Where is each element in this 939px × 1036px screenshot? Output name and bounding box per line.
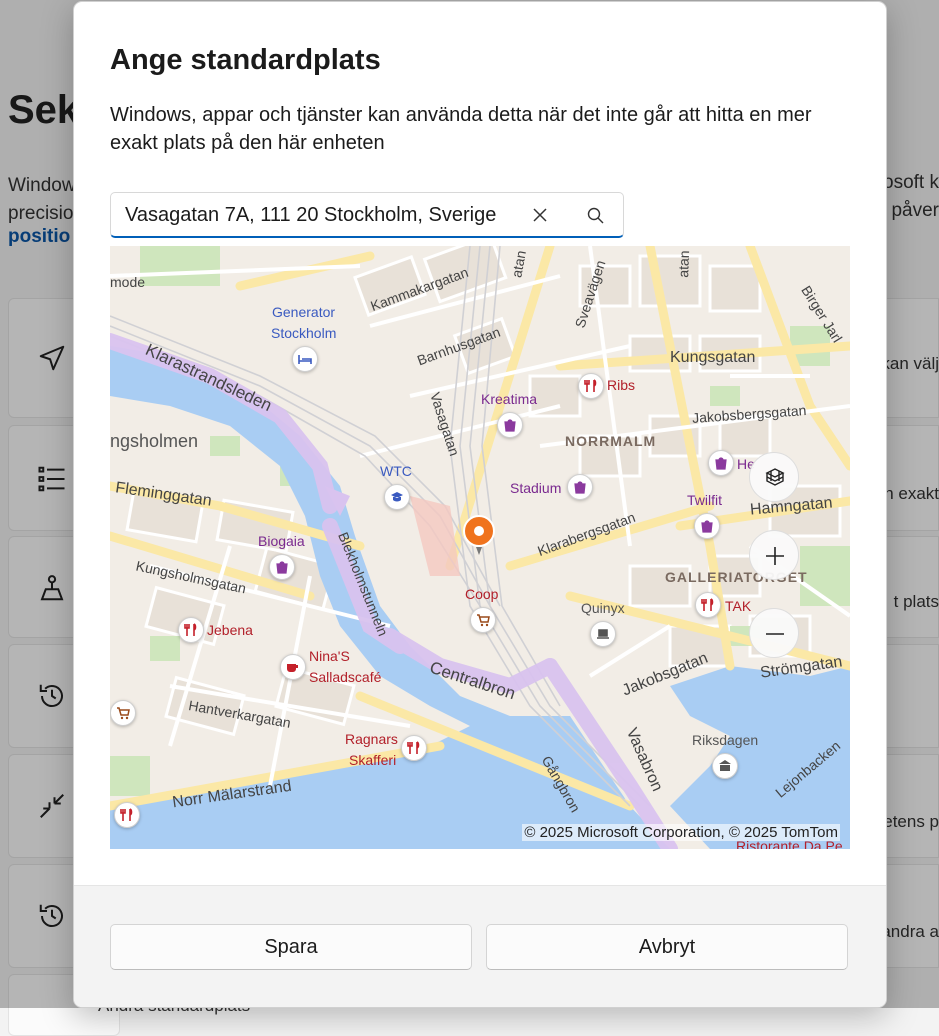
save-button[interactable]: Spara bbox=[110, 924, 472, 970]
district-label: NORRMALM bbox=[565, 433, 657, 449]
street-label: Kungsgatan bbox=[670, 349, 756, 366]
office-pin[interactable] bbox=[590, 621, 616, 647]
selected-location-pin-icon[interactable] bbox=[462, 514, 496, 556]
default-location-dialog: Ange standardplats Windows, appar och tj… bbox=[73, 1, 887, 1008]
minus-icon bbox=[766, 633, 784, 635]
shopping-bag-icon bbox=[701, 520, 713, 533]
globe-grid-icon bbox=[765, 468, 785, 486]
fork-knife-icon bbox=[120, 808, 133, 821]
poi-label: Salladscafé bbox=[309, 669, 382, 685]
hotel-pin[interactable] bbox=[292, 346, 318, 372]
poi-label: Quinyx bbox=[581, 600, 625, 616]
dialog-description: Windows, appar och tjänster kan använda … bbox=[110, 104, 812, 154]
poi-label: Ribs bbox=[607, 377, 636, 393]
clear-icon[interactable] bbox=[530, 205, 550, 225]
shop-pin[interactable] bbox=[708, 450, 734, 476]
university-pin[interactable] bbox=[384, 484, 410, 510]
poi-label: Riksdagen bbox=[692, 732, 759, 748]
map-copyright: © 2025 Microsoft Corporation, © 2025 Tom… bbox=[522, 824, 840, 841]
poi-label: Stadium bbox=[510, 480, 562, 496]
zoom-in-button[interactable] bbox=[749, 530, 799, 580]
poi-label: Coop bbox=[465, 586, 499, 602]
restaurant-pin[interactable] bbox=[401, 735, 427, 761]
address-search-box bbox=[110, 192, 624, 238]
shopping-bag-icon bbox=[574, 481, 586, 494]
dialog-title: Ange standardplats bbox=[110, 44, 381, 76]
bed-icon bbox=[298, 355, 312, 364]
fork-knife-icon bbox=[184, 623, 197, 636]
shopping-bag-icon bbox=[504, 419, 516, 432]
restaurant-pin[interactable] bbox=[695, 592, 721, 618]
restaurant-pin[interactable] bbox=[178, 617, 204, 643]
poi-label: Generator bbox=[272, 304, 336, 320]
poi-label: Jebena bbox=[207, 622, 253, 638]
fork-knife-icon bbox=[584, 379, 597, 392]
shop-pin[interactable] bbox=[497, 412, 523, 438]
area-label: ngsholmen bbox=[110, 431, 199, 451]
graduation-cap-icon bbox=[391, 492, 403, 502]
cancel-button[interactable]: Avbryt bbox=[486, 924, 848, 970]
poi-label: WTC bbox=[380, 463, 412, 479]
government-building-icon bbox=[719, 760, 731, 771]
shop-pin[interactable] bbox=[269, 554, 295, 580]
shopping-bag-icon bbox=[276, 561, 288, 574]
shopping-cart-icon bbox=[117, 707, 130, 720]
coffee-cup-icon bbox=[287, 664, 298, 672]
restaurant-pin[interactable] bbox=[114, 802, 140, 828]
landmark-pin[interactable] bbox=[712, 753, 738, 779]
search-icon[interactable] bbox=[586, 206, 606, 226]
zoom-out-button[interactable] bbox=[749, 608, 799, 658]
poi-label: Twilfit bbox=[687, 492, 722, 508]
shopping-cart-icon bbox=[477, 614, 490, 627]
poi-label: Skafferi bbox=[349, 752, 397, 768]
street-label: atan bbox=[675, 250, 693, 278]
fork-knife-icon bbox=[701, 598, 714, 611]
shop-pin[interactable] bbox=[567, 474, 593, 500]
poi-label: TAK bbox=[725, 598, 752, 614]
fork-knife-icon bbox=[407, 741, 420, 754]
cafe-pin[interactable] bbox=[280, 654, 306, 680]
map-style-button[interactable] bbox=[749, 452, 799, 502]
shopping-bag-icon bbox=[715, 457, 727, 470]
street-label: mode bbox=[110, 274, 146, 290]
shop-pin[interactable] bbox=[694, 513, 720, 539]
poi-label: Stockholm bbox=[271, 325, 337, 341]
address-search-input[interactable] bbox=[125, 202, 515, 228]
restaurant-pin[interactable] bbox=[578, 373, 604, 399]
plus-icon bbox=[766, 547, 784, 565]
poi-label: Ragnars bbox=[345, 731, 398, 747]
poi-label: Biogaia bbox=[258, 533, 305, 549]
poi-label: Kreatima bbox=[481, 391, 538, 407]
grocery-pin[interactable] bbox=[470, 607, 496, 633]
laptop-icon bbox=[597, 629, 609, 639]
poi-label: Nina'S bbox=[309, 648, 350, 664]
grocery-pin[interactable] bbox=[110, 700, 136, 726]
dialog-footer: Spara Avbryt bbox=[74, 885, 886, 1007]
map-view[interactable]: Generator Stockholm Kammakargatan Sveavä… bbox=[110, 246, 850, 849]
